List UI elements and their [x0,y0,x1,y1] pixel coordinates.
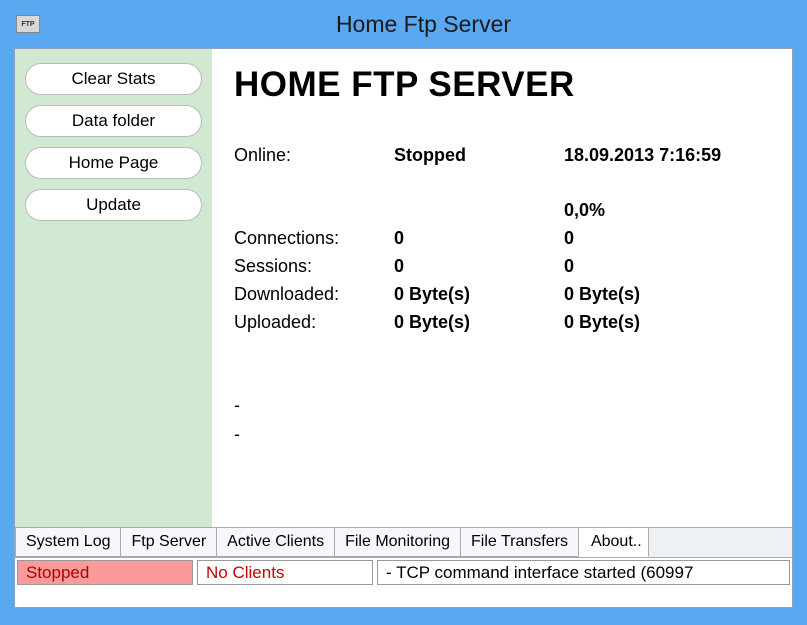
stats-grid: Online: Stopped 18.09.2013 7:16:59 0,0% … [234,145,782,333]
empty-cell [234,200,394,221]
tab-about[interactable]: About.. [578,528,649,557]
spacer [234,173,782,193]
clear-stats-button[interactable]: Clear Stats [25,63,202,95]
dash-line: - [234,391,782,420]
empty-cell [394,200,564,221]
online-time: 18.09.2013 7:16:59 [564,145,782,166]
online-value: Stopped [394,145,564,166]
status-bar: Stopped No Clients - TCP command interfa… [15,557,792,587]
tab-system-log[interactable]: System Log [15,528,121,557]
content-panel: HOME FTP SERVER Online: Stopped 18.09.20… [212,49,792,527]
update-button[interactable]: Update [25,189,202,221]
tab-file-transfers[interactable]: File Transfers [460,528,579,557]
percent-value: 0,0% [564,200,782,221]
downloaded-secondary: 0 Byte(s) [564,284,782,305]
uploaded-secondary: 0 Byte(s) [564,312,782,333]
status-log-message: - TCP command interface started (60997 [377,560,790,585]
home-page-button[interactable]: Home Page [25,147,202,179]
main-content: Clear Stats Data folder Home Page Update… [15,49,792,527]
window-body: Clear Stats Data folder Home Page Update… [14,48,793,608]
connections-label: Connections: [234,228,394,249]
connections-value: 0 [394,228,564,249]
data-folder-button[interactable]: Data folder [25,105,202,137]
app-icon: FTP [16,15,40,33]
status-clients: No Clients [197,560,373,585]
uploaded-label: Uploaded: [234,312,394,333]
downloaded-value: 0 Byte(s) [394,284,564,305]
sessions-label: Sessions: [234,256,394,277]
sessions-value: 0 [394,256,564,277]
uploaded-value: 0 Byte(s) [394,312,564,333]
dashes-area: - - [234,391,782,449]
tab-active-clients[interactable]: Active Clients [216,528,335,557]
sessions-secondary: 0 [564,256,782,277]
status-state: Stopped [17,560,193,585]
online-label: Online: [234,145,394,166]
dash-line: - [234,420,782,449]
sidebar: Clear Stats Data folder Home Page Update [15,49,212,527]
window-title: Home Ftp Server [40,11,807,38]
page-title: HOME FTP SERVER [234,65,782,105]
tab-bar: System Log Ftp Server Active Clients Fil… [15,527,792,557]
tab-file-monitoring[interactable]: File Monitoring [334,528,461,557]
titlebar: FTP Home Ftp Server [0,0,807,48]
tab-ftp-server[interactable]: Ftp Server [120,528,217,557]
connections-secondary: 0 [564,228,782,249]
downloaded-label: Downloaded: [234,284,394,305]
